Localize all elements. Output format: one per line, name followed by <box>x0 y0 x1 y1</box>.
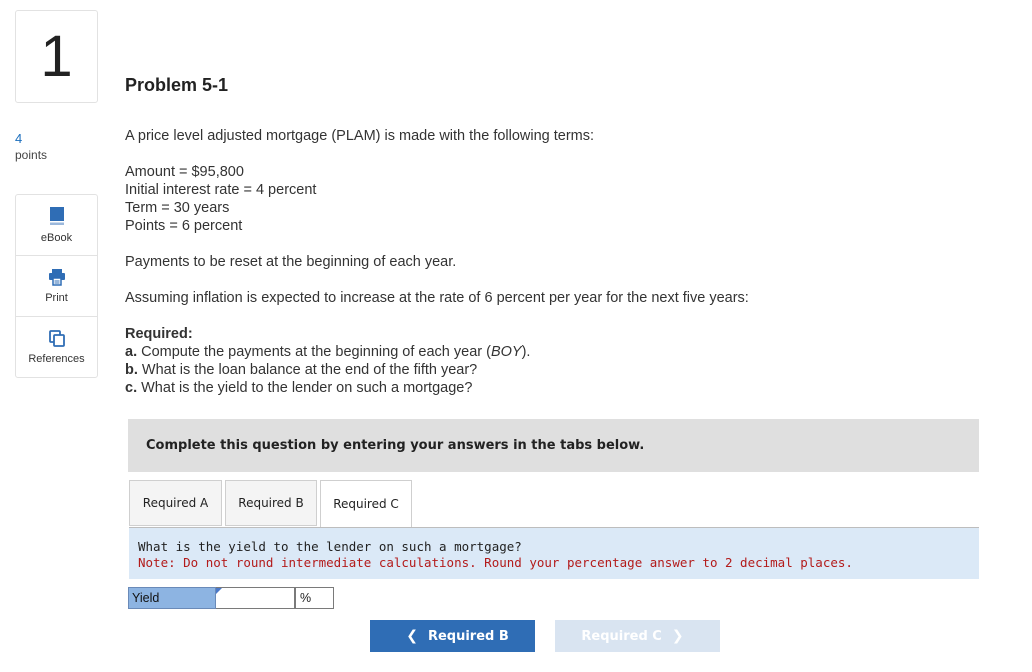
yield-label: Yield <box>128 587 216 609</box>
reset-line: Payments to be reset at the beginning of… <box>125 254 457 270</box>
book-icon <box>49 207 64 225</box>
copy-icon <box>48 330 65 347</box>
print-label: Print <box>45 292 68 304</box>
problem-intro: A price level adjusted mortgage (PLAM) i… <box>125 127 985 145</box>
required-b: b. What is the loan balance at the end o… <box>125 362 478 378</box>
next-button[interactable]: Required C ❯ <box>555 620 720 652</box>
prev-button-label: Required B <box>427 628 509 644</box>
ebook-button[interactable]: eBook <box>16 195 97 256</box>
required-tabs: Required A Required B Required C <box>129 480 415 528</box>
input-marker-icon <box>216 588 222 594</box>
question-number: 1 <box>15 10 98 103</box>
print-button[interactable]: Print <box>16 256 97 317</box>
required-heading: Required: <box>125 326 193 342</box>
points-value: 4 <box>15 131 23 146</box>
ebook-label: eBook <box>40 232 73 244</box>
term-amount: Amount = $95,800 <box>125 164 244 180</box>
term-points: Points = 6 percent <box>125 218 243 234</box>
required-c: c. What is the yield to the lender on su… <box>125 380 473 396</box>
prev-button[interactable]: ❮ Required B <box>370 620 535 652</box>
inflation-line: Assuming inflation is expected to increa… <box>125 290 749 306</box>
question-panel: What is the yield to the lender on such … <box>129 528 979 579</box>
answer-row: Yield % <box>128 587 334 609</box>
next-button-label: Required C <box>581 628 662 644</box>
reset-text: Payments to be reset at the beginning of… <box>125 253 985 271</box>
term-interest-rate: Initial interest rate = 4 percent <box>125 182 317 198</box>
problem-title: Problem 5-1 <box>125 75 229 95</box>
terms-list: Amount = $95,800 Initial interest rate =… <box>125 163 985 235</box>
term-years: Term = 30 years <box>125 200 230 216</box>
panel-note: Note: Do not round intermediate calculat… <box>138 555 853 570</box>
instruction-text: Complete this question by entering your … <box>146 438 645 453</box>
required-section: Required: a. Compute the payments at the… <box>125 325 985 397</box>
yield-input-cell <box>216 587 295 609</box>
tab-required-c[interactable]: Required C <box>320 480 412 528</box>
chevron-right-icon: ❯ <box>671 628 684 644</box>
references-button[interactable]: References <box>16 317 97 377</box>
tab-required-b[interactable]: Required B <box>225 480 317 526</box>
instruction-banner: Complete this question by entering your … <box>128 419 979 472</box>
tools-panel: eBook Print References <box>15 194 98 378</box>
points-label: points <box>15 148 48 162</box>
panel-question: What is the yield to the lender on such … <box>138 539 522 554</box>
yield-input[interactable] <box>216 588 294 608</box>
percent-unit: % <box>295 587 334 609</box>
tab-required-a[interactable]: Required A <box>129 480 222 526</box>
required-a: a. Compute the payments at the beginning… <box>125 344 531 360</box>
inflation-text: Assuming inflation is expected to increa… <box>125 289 985 307</box>
printer-icon <box>48 269 65 286</box>
intro-text: A price level adjusted mortgage (PLAM) i… <box>125 128 595 144</box>
references-label: References <box>28 353 85 365</box>
chevron-left-icon: ❮ <box>406 628 418 644</box>
